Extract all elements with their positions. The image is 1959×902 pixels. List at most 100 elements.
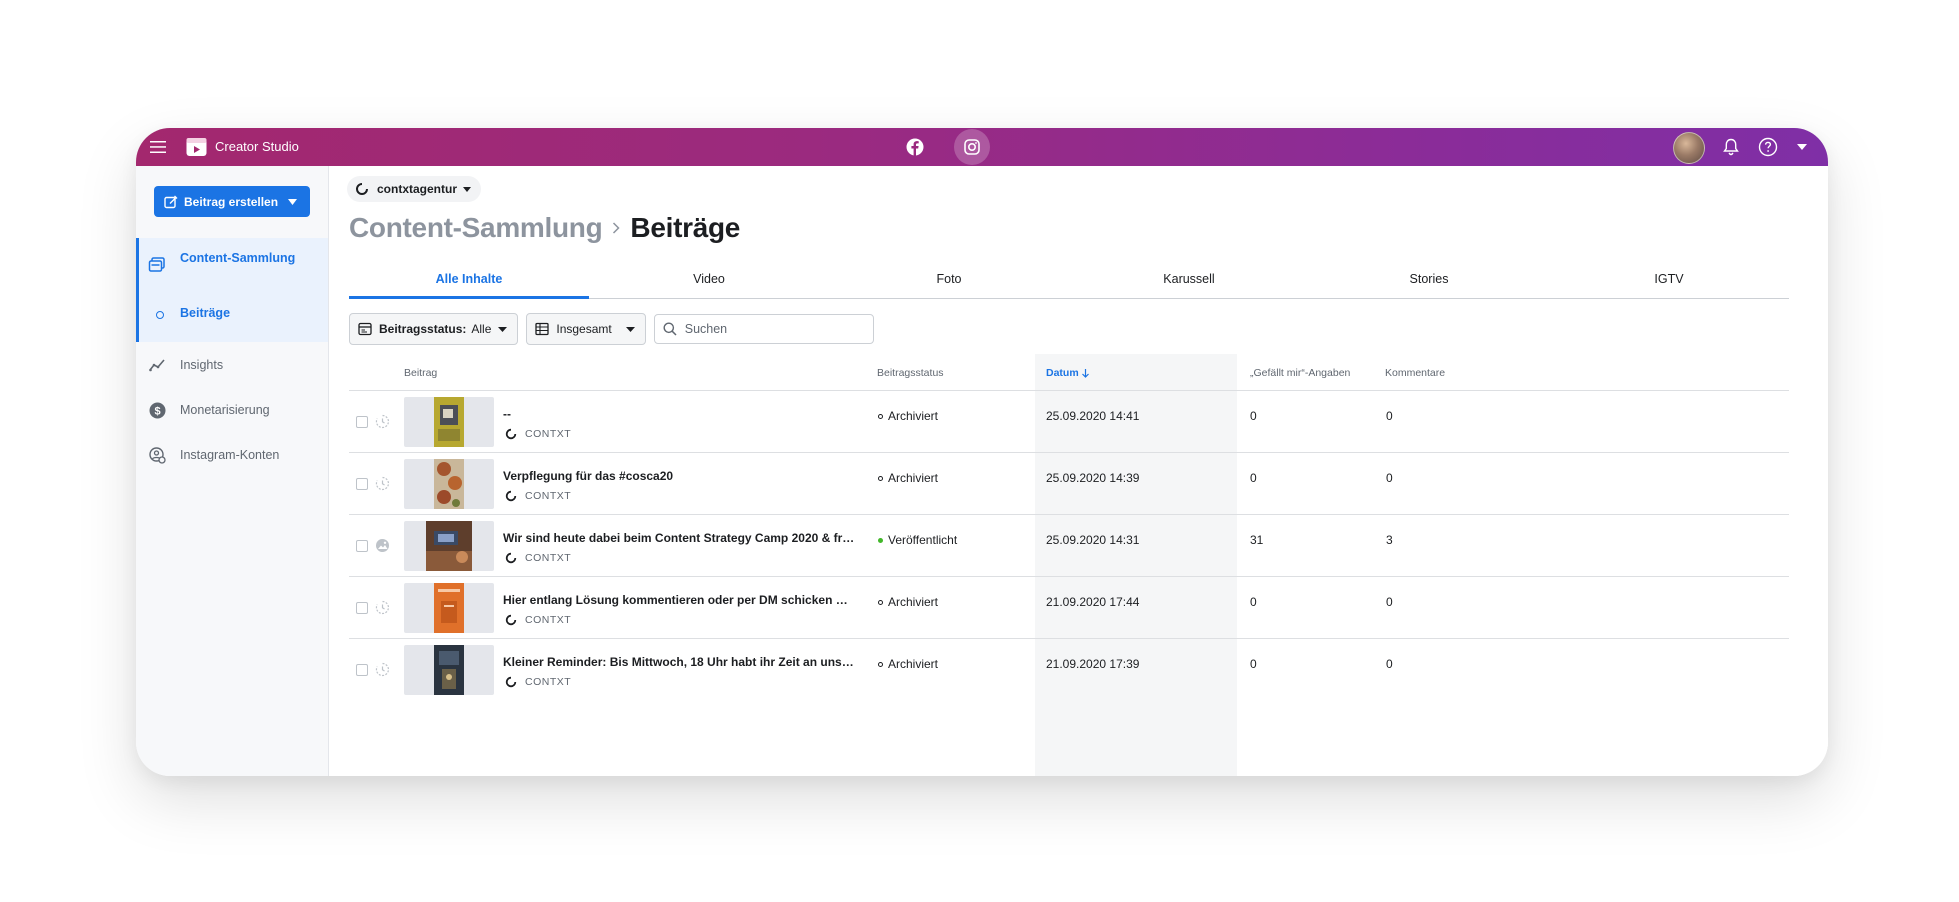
notifications-bell-icon[interactable]: [1719, 135, 1743, 159]
tab-photo[interactable]: Foto: [829, 264, 1069, 298]
post-thumbnail[interactable]: [404, 645, 494, 695]
insights-icon: [148, 356, 166, 374]
posts-table: Beitrag Beitragsstatus Datum „Gefällt mi…: [349, 354, 1789, 776]
story-icon: [374, 599, 390, 615]
sidebar-item-content-collection[interactable]: Content-Sammlung Beiträge: [136, 238, 328, 342]
post-caption[interactable]: Kleiner Reminder: Bis Mittwoch, 18 Uhr h…: [503, 655, 855, 669]
instagram-icon[interactable]: [954, 129, 990, 165]
post-comments: 3: [1386, 533, 1393, 547]
story-icon: [374, 475, 390, 491]
hamburger-menu-icon[interactable]: [144, 133, 172, 161]
sidebar-subitem-posts[interactable]: Beiträge: [180, 306, 230, 320]
row-checkbox[interactable]: [356, 478, 368, 490]
status-dot-icon: [878, 661, 883, 667]
sidebar-item-label: Insights: [180, 358, 224, 372]
filter-value: Alle: [471, 322, 492, 336]
search-input[interactable]: [682, 321, 865, 337]
status-filter-icon: [358, 322, 372, 336]
breadcrumb: Content-Sammlung Beiträge: [349, 212, 740, 244]
account-selector[interactable]: contxtagentur: [347, 176, 482, 202]
column-header-date-label: Datum: [1046, 367, 1079, 379]
sort-descending-icon: [1081, 368, 1089, 378]
post-comments: 0: [1386, 409, 1393, 423]
content-type-tabs: Alle Inhalte Video Foto Karussell Storie…: [349, 264, 1789, 299]
column-header-status[interactable]: Beitragsstatus: [877, 367, 944, 379]
help-icon[interactable]: [1756, 135, 1780, 159]
post-date: 25.09.2020 14:41: [1046, 409, 1140, 423]
post-caption[interactable]: Hier entlang Lösung kommentieren oder pe…: [503, 593, 855, 607]
tab-stories[interactable]: Stories: [1309, 264, 1549, 298]
post-account-name: CONTXT: [525, 676, 572, 688]
facebook-icon[interactable]: [902, 134, 928, 160]
account-logo-icon: [505, 428, 517, 440]
status-dot-icon: [878, 475, 883, 481]
account-logo-icon: [505, 614, 517, 626]
account-logo-icon: [505, 676, 517, 688]
post-thumbnail[interactable]: [404, 459, 494, 509]
thumbnail-image: [426, 521, 472, 571]
tab-igtv[interactable]: IGTV: [1549, 264, 1789, 298]
status-label: Archiviert: [888, 657, 939, 671]
top-bar: Creator Studio: [136, 128, 1828, 166]
account-logo-icon: [505, 552, 517, 564]
column-header-date[interactable]: Datum: [1046, 367, 1089, 379]
post-account-name: CONTXT: [525, 552, 572, 564]
tab-video[interactable]: Video: [589, 264, 829, 298]
sidebar-item-instagram-accounts[interactable]: Instagram-Konten: [136, 440, 328, 470]
accounts-icon: [148, 446, 166, 464]
search-icon: [663, 322, 677, 336]
account-logo-icon: [505, 490, 517, 502]
post-thumbnail[interactable]: [404, 397, 494, 447]
app-window: Creator Studio Beitrag erstellen Content…: [136, 128, 1828, 776]
post-account: CONTXT: [505, 552, 571, 564]
create-post-button[interactable]: Beitrag erstellen: [154, 186, 310, 217]
status-label: Archiviert: [888, 471, 939, 485]
post-account: CONTXT: [505, 428, 571, 440]
sub-item-bullet-icon: [156, 311, 164, 319]
thumbnail-image: [434, 459, 464, 509]
post-account-name: CONTXT: [525, 428, 572, 440]
sidebar-item-monetization[interactable]: $ Monetarisierung: [136, 395, 328, 425]
post-thumbnail[interactable]: [404, 583, 494, 633]
post-account: CONTXT: [505, 676, 571, 688]
status-label: Archiviert: [888, 409, 939, 423]
post-date: 25.09.2020 14:39: [1046, 471, 1140, 485]
post-account-name: CONTXT: [525, 614, 572, 626]
profile-avatar[interactable]: [1673, 132, 1705, 164]
breadcrumb-parent[interactable]: Content-Sammlung: [349, 212, 603, 244]
tab-carousel[interactable]: Karussell: [1069, 264, 1309, 298]
chevron-right-icon: [612, 222, 620, 234]
post-date: 21.09.2020 17:39: [1046, 657, 1140, 671]
row-checkbox[interactable]: [356, 416, 368, 428]
post-caption[interactable]: --: [503, 407, 855, 421]
column-header-comments[interactable]: Kommentare: [1385, 367, 1445, 379]
main-content: contxtagentur Content-Sammlung Beiträge …: [329, 166, 1828, 776]
svg-text:$: $: [154, 405, 160, 417]
sidebar-item-insights[interactable]: Insights: [136, 350, 328, 380]
row-checkbox[interactable]: [356, 540, 368, 552]
status-dot-icon: [878, 413, 883, 419]
dollar-icon: $: [148, 401, 166, 419]
post-caption[interactable]: Wir sind heute dabei beim Content Strate…: [503, 531, 855, 545]
table-row[interactable]: -- CONTXT Archiviert 25.09.2020 14:41 0 …: [349, 391, 1789, 453]
column-header-likes[interactable]: „Gefällt mir“-Angaben: [1250, 367, 1350, 379]
post-account: CONTXT: [505, 614, 571, 626]
search-box: [653, 314, 874, 344]
thumbnail-image: [434, 397, 464, 447]
post-status-filter[interactable]: Beitragsstatus: Alle: [349, 313, 519, 345]
tab-all-content[interactable]: Alle Inhalte: [349, 264, 589, 299]
create-post-label: Beitrag erstellen: [184, 194, 279, 209]
post-thumbnail[interactable]: [404, 521, 494, 571]
row-checkbox[interactable]: [356, 602, 368, 614]
table-row[interactable]: Verpflegung für das #cosca20 CONTXT Arch…: [349, 453, 1789, 515]
table-row[interactable]: Kleiner Reminder: Bis Mittwoch, 18 Uhr h…: [349, 639, 1789, 700]
status-dot-icon: [878, 537, 883, 543]
account-menu-caret-icon[interactable]: [1794, 139, 1810, 155]
table-row[interactable]: Wir sind heute dabei beim Content Strate…: [349, 515, 1789, 577]
overview-filter[interactable]: Insgesamt: [526, 313, 646, 345]
table-row[interactable]: Hier entlang Lösung kommentieren oder pe…: [349, 577, 1789, 639]
post-likes: 0: [1250, 409, 1257, 423]
post-caption[interactable]: Verpflegung für das #cosca20: [503, 469, 855, 483]
row-checkbox[interactable]: [356, 664, 368, 676]
column-header-post[interactable]: Beitrag: [404, 367, 437, 379]
